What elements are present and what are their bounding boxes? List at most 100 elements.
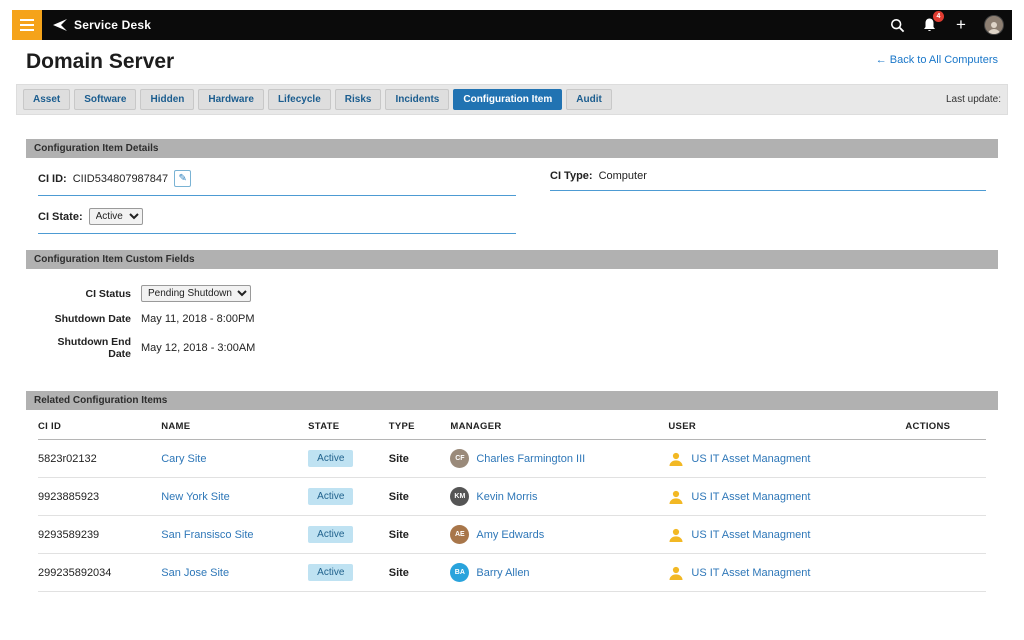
manager-link[interactable]: Barry Allen: [476, 567, 529, 579]
app-frame: Service Desk 4 + Domain Server ← Back to…: [0, 0, 1024, 592]
ci-id-field: CI ID: CIID534807987847 ✎: [38, 170, 516, 196]
topbar-actions: 4 +: [888, 15, 1012, 35]
last-update-label: Last update:: [946, 94, 1001, 105]
table-header-row: CI ID NAME STATE TYPE MANAGER USER ACTIO…: [38, 410, 986, 440]
user-link[interactable]: US IT Asset Managment: [691, 491, 810, 503]
page-title: Domain Server: [26, 50, 174, 74]
back-to-all-computers-link[interactable]: ← Back to All Computers: [876, 54, 998, 66]
cell-type: Site: [389, 554, 451, 592]
tab-lifecycle[interactable]: Lifecycle: [268, 89, 331, 110]
cell-ci-id: 9293589239: [38, 516, 161, 554]
state-badge: Active: [308, 564, 353, 581]
notifications-bell-icon[interactable]: 4: [920, 16, 938, 34]
user-group-icon: [668, 451, 684, 467]
ci-name-link[interactable]: New York Site: [161, 491, 229, 503]
ci-type-value: Computer: [599, 170, 647, 182]
table-row: 299235892034 San Jose Site Active Site B…: [38, 554, 986, 592]
tab-bar: Asset Software Hidden Hardware Lifecycle…: [16, 84, 1008, 115]
tab-hardware[interactable]: Hardware: [198, 89, 264, 110]
tab-audit[interactable]: Audit: [566, 89, 612, 110]
cell-type: Site: [389, 478, 451, 516]
ci-status-select[interactable]: Pending Shutdown: [141, 285, 251, 302]
column-header-actions: ACTIONS: [905, 410, 986, 440]
user-avatar[interactable]: [984, 15, 1004, 35]
state-badge: Active: [308, 526, 353, 543]
tab-risks[interactable]: Risks: [335, 89, 382, 110]
shutdown-end-date-row: Shutdown End Date May 12, 2018 - 3:00AM: [38, 336, 986, 360]
manager-avatar: KM: [450, 487, 469, 506]
shutdown-date-row: Shutdown Date May 11, 2018 - 8:00PM: [38, 313, 986, 325]
ci-state-label: CI State:: [38, 211, 83, 223]
search-icon[interactable]: [888, 16, 906, 34]
shutdown-end-date-value: May 12, 2018 - 3:00AM: [141, 342, 255, 354]
back-arrow-icon: ←: [876, 54, 887, 66]
manager-link[interactable]: Charles Farmington III: [476, 453, 585, 465]
cell-actions: [905, 516, 986, 554]
cell-type: Site: [389, 516, 451, 554]
section-configuration-item-details: Configuration Item Details: [26, 139, 998, 158]
pencil-icon: ✎: [178, 173, 186, 184]
tab-hidden[interactable]: Hidden: [140, 89, 194, 110]
manager-link[interactable]: Kevin Morris: [476, 491, 537, 503]
brand: Service Desk: [52, 18, 151, 32]
hamburger-menu-button[interactable]: [12, 10, 42, 40]
column-header-manager: MANAGER: [450, 410, 668, 440]
table-row: 5823r02132 Cary Site Active Site CF Charl…: [38, 440, 986, 478]
manager-avatar: CF: [450, 449, 469, 468]
related-items-table-wrap: CI ID NAME STATE TYPE MANAGER USER ACTIO…: [26, 410, 998, 592]
ci-status-row: CI Status Pending Shutdown: [38, 285, 986, 302]
cell-type: Site: [389, 440, 451, 478]
column-header-type: TYPE: [389, 410, 451, 440]
tab-software[interactable]: Software: [74, 89, 136, 110]
table-row: 9293589239 San Fransisco Site Active Sit…: [38, 516, 986, 554]
related-items-table: CI ID NAME STATE TYPE MANAGER USER ACTIO…: [38, 410, 986, 592]
ci-state-field: CI State: Active: [38, 208, 516, 234]
user-link[interactable]: US IT Asset Managment: [691, 453, 810, 465]
section-custom-fields: Configuration Item Custom Fields: [26, 250, 998, 269]
manager-link[interactable]: Amy Edwards: [476, 529, 544, 541]
ci-name-link[interactable]: Cary Site: [161, 453, 206, 465]
column-header-state: STATE: [308, 410, 389, 440]
user-link[interactable]: US IT Asset Managment: [691, 567, 810, 579]
custom-fields-panel: CI Status Pending Shutdown Shutdown Date…: [26, 269, 998, 377]
cell-ci-id: 299235892034: [38, 554, 161, 592]
service-desk-logo-icon: [52, 18, 68, 32]
shutdown-date-label: Shutdown Date: [38, 313, 131, 325]
user-group-icon: [668, 489, 684, 505]
details-panel: CI ID: CIID534807987847 ✎ CI State: Acti…: [26, 158, 998, 250]
manager-avatar: AE: [450, 525, 469, 544]
cell-actions: [905, 478, 986, 516]
cell-actions: [905, 554, 986, 592]
page-header: Domain Server ← Back to All Computers: [12, 40, 1012, 82]
ci-id-label: CI ID:: [38, 173, 67, 185]
column-header-user: USER: [668, 410, 905, 440]
manager-avatar: BA: [450, 563, 469, 582]
cell-actions: [905, 440, 986, 478]
ci-name-link[interactable]: San Jose Site: [161, 567, 229, 579]
state-badge: Active: [308, 450, 353, 467]
table-row: 9923885923 New York Site Active Site KMK…: [38, 478, 986, 516]
user-group-icon: [668, 527, 684, 543]
tab-incidents[interactable]: Incidents: [385, 89, 449, 110]
shutdown-date-value: May 11, 2018 - 8:00PM: [141, 313, 255, 325]
ci-id-value: CIID534807987847: [73, 173, 168, 185]
column-header-name: NAME: [161, 410, 308, 440]
shutdown-end-date-label: Shutdown End Date: [38, 336, 131, 360]
tab-configuration-item[interactable]: Configuration Item: [453, 89, 562, 110]
topbar: Service Desk 4 +: [12, 10, 1012, 40]
ci-name-link[interactable]: San Fransisco Site: [161, 529, 253, 541]
add-new-icon[interactable]: +: [952, 16, 970, 34]
cell-ci-id: 9923885923: [38, 478, 161, 516]
app-title: Service Desk: [74, 18, 151, 32]
column-header-ci-id: CI ID: [38, 410, 161, 440]
ci-state-select[interactable]: Active: [89, 208, 143, 225]
user-link[interactable]: US IT Asset Managment: [691, 529, 810, 541]
cell-ci-id: 5823r02132: [38, 440, 161, 478]
edit-ci-id-button[interactable]: ✎: [174, 170, 191, 187]
ci-status-label: CI Status: [38, 288, 131, 300]
ci-type-label: CI Type:: [550, 170, 593, 182]
section-related-configuration-items: Related Configuration Items: [26, 391, 998, 410]
ci-type-field: CI Type: Computer: [550, 170, 986, 191]
tab-asset[interactable]: Asset: [23, 89, 70, 110]
notification-count-badge: 4: [933, 11, 944, 22]
